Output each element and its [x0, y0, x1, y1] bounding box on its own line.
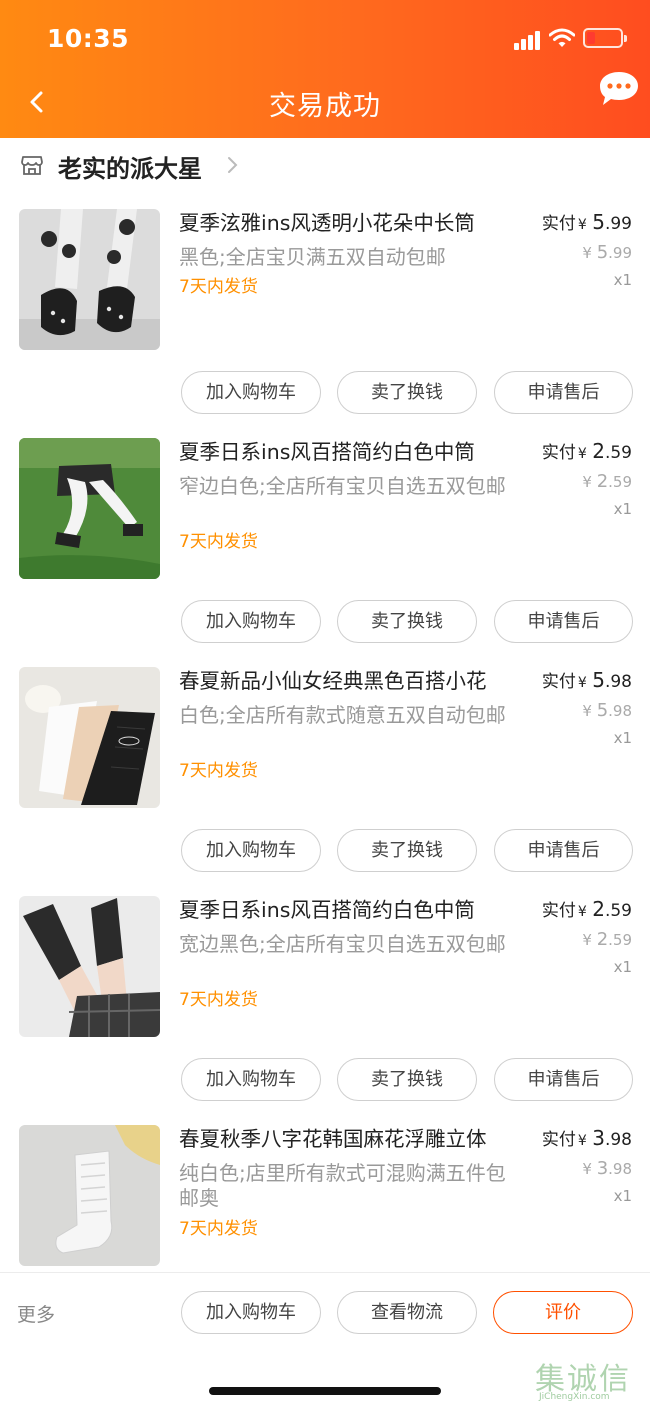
status-bar: 10:35 — [0, 0, 650, 78]
item-sku: 白色;全店所有款式随意五双自动包邮 — [179, 703, 506, 727]
original-price: ¥ 3.98 — [582, 1158, 632, 1179]
item-title[interactable]: 春夏秋季八字花韩国麻花浮雕立体 — [179, 1125, 524, 1153]
header: 10:35 交易成功 — [0, 0, 650, 138]
wifi-icon — [549, 28, 575, 47]
item-sku: 窄边白色;全店所有宝贝自选五双包邮 — [179, 474, 506, 498]
item-title[interactable]: 夏季日系ins风百搭简约白色中筒 — [179, 438, 524, 466]
resell-button[interactable]: 卖了换钱 — [337, 600, 477, 643]
shipping-note: 7天内发货 — [179, 277, 258, 297]
add-to-cart-button[interactable]: 加入购物车 — [181, 600, 321, 643]
shipping-note: 7天内发货 — [179, 990, 258, 1010]
item-quantity: x1 — [613, 500, 632, 518]
item-quantity: x1 — [613, 958, 632, 976]
item-sku: 宽边黑色;全店所有宝贝自选五双包邮 — [179, 932, 506, 956]
chevron-right-icon — [228, 157, 238, 173]
after-sales-button[interactable]: 申请售后 — [494, 600, 633, 643]
original-price: ¥ 2.59 — [582, 471, 632, 492]
resell-button[interactable]: 卖了换钱 — [337, 371, 477, 414]
shipping-note: 7天内发货 — [179, 532, 258, 552]
after-sales-button[interactable]: 申请售后 — [494, 1058, 633, 1101]
chat-bubble-icon[interactable] — [598, 70, 640, 110]
order-item[interactable]: 春夏新品小仙女经典黑色百搭小花 白色;全店所有款式随意五双自动包邮 7天内发货 … — [0, 667, 650, 896]
item-title[interactable]: 夏季泫雅ins风透明小花朵中长筒 — [179, 209, 524, 237]
shipping-note: 7天内发货 — [179, 1219, 258, 1239]
cellular-signal-icon — [514, 30, 540, 50]
original-price: ¥ 5.99 — [582, 242, 632, 263]
home-indicator[interactable] — [209, 1387, 441, 1395]
page-title: 交易成功 — [269, 91, 381, 122]
original-price: ¥ 2.59 — [582, 929, 632, 950]
resell-button[interactable]: 卖了换钱 — [337, 1058, 477, 1101]
paid-price: 实付 ¥ 2.59 — [541, 897, 632, 921]
item-quantity: x1 — [613, 729, 632, 747]
paid-price: 实付 ¥ 2.59 — [541, 439, 632, 463]
item-quantity: x1 — [613, 1187, 632, 1205]
battery-icon — [583, 28, 627, 48]
item-quantity: x1 — [613, 271, 632, 289]
order-item[interactable]: 夏季日系ins风百搭简约白色中筒 窄边白色;全店所有宝贝自选五双包邮 7天内发货… — [0, 438, 650, 667]
watermark-logo: 集诚信 JiChengXin.com — [535, 1362, 631, 1402]
product-image[interactable] — [19, 896, 160, 1037]
order-item[interactable]: 夏季泫雅ins风透明小花朵中长筒 黑色;全店宝贝满五双自动包邮 7天内发货 实付… — [0, 209, 650, 438]
product-image[interactable] — [19, 438, 160, 579]
item-title[interactable]: 春夏新品小仙女经典黑色百搭小花 — [179, 667, 524, 695]
store-icon — [21, 156, 43, 175]
shop-name[interactable]: 老实的派大星 — [58, 149, 202, 184]
add-to-cart-button[interactable]: 加入购物车 — [181, 1291, 321, 1334]
after-sales-button[interactable]: 申请售后 — [494, 829, 633, 872]
paid-price: 实付 ¥ 3.98 — [541, 1126, 632, 1150]
shop-row[interactable]: 老实的派大星 — [0, 138, 650, 192]
shipping-note: 7天内发货 — [179, 761, 258, 781]
item-sku: 纯白色;店里所有款式可混购满五件包邮奥 — [179, 1161, 506, 1210]
more-button[interactable]: 更多 — [17, 1300, 55, 1327]
item-sku: 黑色;全店宝贝满五双自动包邮 — [179, 245, 446, 269]
view-logistics-button[interactable]: 查看物流 — [337, 1291, 477, 1334]
original-price: ¥ 5.98 — [582, 700, 632, 721]
after-sales-button[interactable]: 申请售后 — [494, 371, 633, 414]
item-title[interactable]: 夏季日系ins风百搭简约白色中筒 — [179, 896, 524, 924]
add-to-cart-button[interactable]: 加入购物车 — [181, 1058, 321, 1101]
product-image[interactable] — [19, 209, 160, 350]
product-image[interactable] — [19, 667, 160, 808]
add-to-cart-button[interactable]: 加入购物车 — [181, 371, 321, 414]
order-item[interactable]: 夏季日系ins风百搭简约白色中筒 宽边黑色;全店所有宝贝自选五双包邮 7天内发货… — [0, 896, 650, 1125]
add-to-cart-button[interactable]: 加入购物车 — [181, 829, 321, 872]
review-button[interactable]: 评价 — [493, 1291, 633, 1334]
resell-button[interactable]: 卖了换钱 — [337, 829, 477, 872]
paid-price: 实付 ¥ 5.98 — [541, 668, 632, 692]
paid-price: 实付 ¥ 5.99 — [541, 210, 632, 234]
product-image[interactable] — [19, 1125, 160, 1266]
status-time: 10:35 — [47, 24, 130, 53]
